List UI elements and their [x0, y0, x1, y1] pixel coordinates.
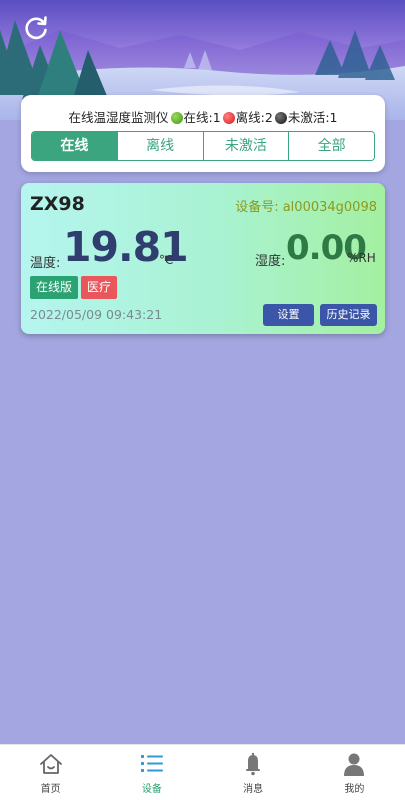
tab-inactive[interactable]: 未激活 — [203, 132, 290, 160]
humidity-label: 湿度: — [255, 254, 286, 269]
tab-offline[interactable]: 离线 — [117, 132, 204, 160]
status-summary-line: 在线温湿度监测仪 在线:1 离线:2 未激活:1 — [21, 107, 385, 126]
tab-all[interactable]: 全部 — [289, 132, 374, 160]
device-id: 设备号: al00034g0098 — [235, 200, 377, 215]
status-summary-card: 在线温湿度监测仪 在线:1 离线:2 未激活:1 在线 离线 未激活 全部 — [21, 95, 385, 172]
temperature-unit: °C — [159, 253, 174, 267]
last-update-timestamp: 2022/05/09 09:43:21 — [30, 307, 163, 322]
summary-title: 在线温湿度监测仪 — [68, 110, 169, 125]
nav-label-home: 首页 — [40, 784, 61, 795]
list-icon — [140, 755, 163, 772]
device-card[interactable]: ZX98 设备号: al00034g0098 温度: 19.81 °C 湿度: … — [21, 183, 385, 334]
nav-item-home[interactable]: 首页 — [0, 745, 101, 800]
nav-item-devices[interactable]: 设备 — [101, 745, 202, 800]
online-version-badge: 在线版 — [30, 276, 79, 299]
user-icon — [344, 753, 365, 776]
history-button[interactable]: 历史记录 — [320, 304, 377, 326]
temperature-label: 温度: — [30, 256, 61, 271]
humidity-unit: %RH — [347, 251, 376, 265]
tab-online[interactable]: 在线 — [32, 132, 118, 160]
inactive-dot-icon — [274, 112, 287, 124]
offline-dot-icon — [222, 112, 235, 124]
medical-badge: 医疗 — [81, 276, 118, 299]
filter-tabs: 在线 离线 未激活 全部 — [31, 131, 375, 161]
online-dot-icon — [170, 112, 183, 124]
settings-button[interactable]: 设置 — [263, 304, 314, 326]
home-icon — [39, 754, 62, 774]
nav-item-profile[interactable]: 我的 — [304, 745, 405, 800]
nav-label-profile: 我的 — [344, 784, 365, 795]
nav-item-messages[interactable]: 消息 — [203, 745, 304, 800]
nav-label-messages: 消息 — [243, 784, 264, 795]
bottom-navigation: 首页 设备 消息 我的 — [0, 744, 405, 800]
refresh-icon[interactable] — [22, 14, 50, 42]
bell-icon — [246, 752, 261, 776]
nav-label-devices: 设备 — [141, 784, 162, 795]
device-name: ZX98 — [30, 193, 85, 215]
inactive-count: 未激活:1 — [287, 110, 338, 125]
online-count: 在线:1 — [183, 110, 221, 125]
offline-count: 离线:2 — [235, 110, 273, 125]
